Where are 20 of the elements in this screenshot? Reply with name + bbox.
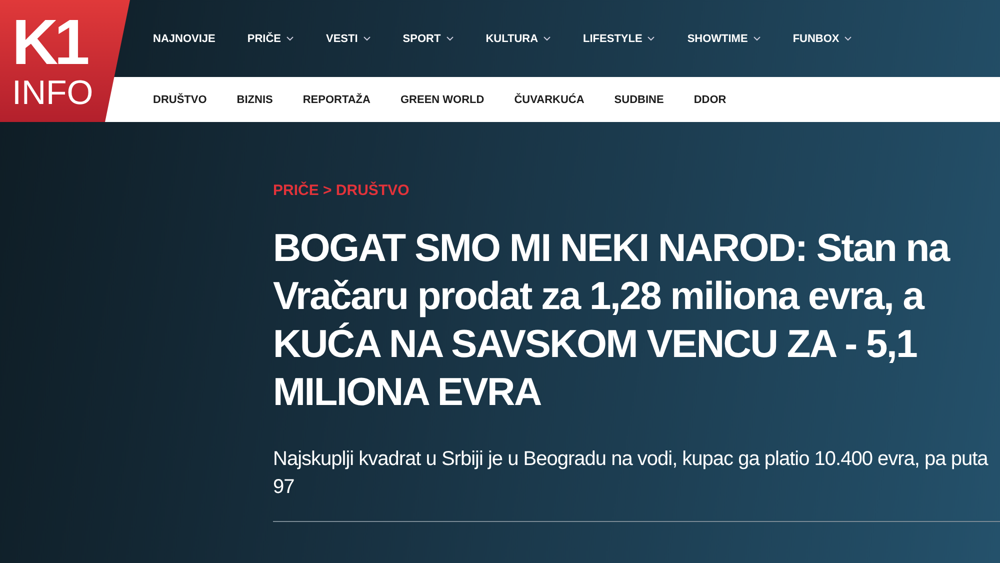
article-lead: Najskuplji kvadrat u Srbiji je u Beogradu na vodi, kupac ga platio 10.400 evra, pa puta 97 — [273, 447, 990, 500]
nav-link[interactable]: SHOWTIME — [687, 32, 761, 44]
subnav-link[interactable]: REPORTAŽA — [302, 94, 370, 106]
subnav-link[interactable]: DDOR — [694, 94, 726, 106]
subnav-link[interactable]: GREEN WORLD — [400, 94, 484, 106]
logo[interactable]: K1 INFO — [0, 0, 130, 122]
subnav-link[interactable]: ČUVARKUĆA — [514, 94, 584, 106]
article-headline: BOGAT SMO MI NEKI NAROD: Stan na Vračaru prodat za 1,28 miliona evra, a KUĆA NA SAVSKOM VENCU ZA - 5,1 MILIONA EVRA — [273, 226, 951, 416]
subnav-link[interactable]: DRUŠTVO — [153, 94, 207, 106]
logo-text: K1 — [12, 12, 86, 72]
nav-link[interactable]: FUNBOX — [792, 32, 852, 44]
logo-text: INFO — [12, 76, 94, 110]
nav-link[interactable]: LIFESTYLE — [583, 32, 656, 44]
nav-link[interactable]: SPORT — [402, 32, 454, 44]
subnav-link[interactable]: BIZNIS — [236, 94, 273, 106]
subnav-link[interactable]: SUDBINE — [614, 94, 664, 106]
nav-link[interactable]: PRIČE — [247, 32, 294, 44]
nav-link[interactable]: VESTI — [326, 32, 371, 44]
nav-link[interactable]: KULTURA — [486, 32, 552, 44]
nav-link[interactable]: NAJNOVIJE — [153, 32, 216, 44]
